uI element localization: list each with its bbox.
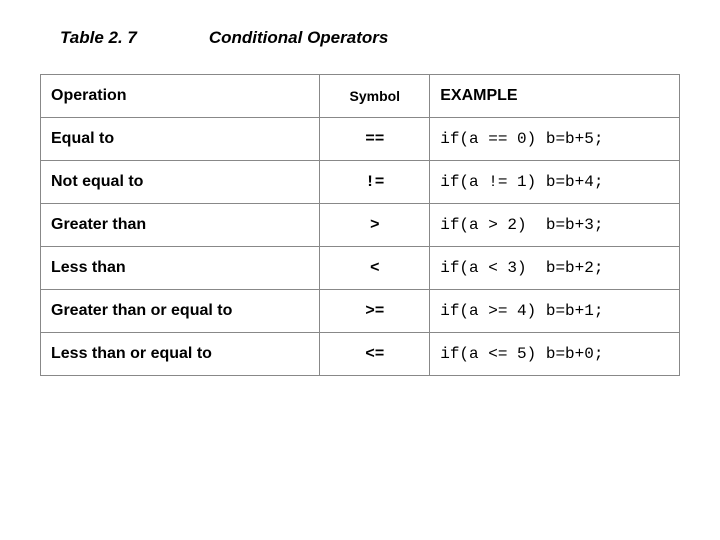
cell-example: if(a != 1) b=b+4; xyxy=(430,161,680,204)
cell-example: if(a <= 5) b=b+0; xyxy=(430,333,680,376)
page: Table 2. 7 Conditional Operators Operati… xyxy=(0,0,720,376)
table-caption: Conditional Operators xyxy=(209,28,388,48)
header-symbol: Symbol xyxy=(320,75,430,118)
cell-symbol: <= xyxy=(320,333,430,376)
cell-operation: Greater than or equal to xyxy=(41,290,320,333)
cell-symbol: < xyxy=(320,247,430,290)
table-header-row: Operation Symbol EXAMPLE xyxy=(41,75,680,118)
table-row: Less than or equal to <= if(a <= 5) b=b+… xyxy=(41,333,680,376)
cell-operation: Not equal to xyxy=(41,161,320,204)
header-example: EXAMPLE xyxy=(430,75,680,118)
cell-operation: Less than or equal to xyxy=(41,333,320,376)
cell-operation: Equal to xyxy=(41,118,320,161)
table-row: Not equal to != if(a != 1) b=b+4; xyxy=(41,161,680,204)
table-row: Equal to == if(a == 0) b=b+5; xyxy=(41,118,680,161)
cell-symbol: != xyxy=(320,161,430,204)
table-row: Less than < if(a < 3) b=b+2; xyxy=(41,247,680,290)
cell-symbol: >= xyxy=(320,290,430,333)
cell-symbol: == xyxy=(320,118,430,161)
table-title: Table 2. 7 Conditional Operators xyxy=(60,28,680,48)
cell-example: if(a == 0) b=b+5; xyxy=(430,118,680,161)
cell-operation: Less than xyxy=(41,247,320,290)
header-operation: Operation xyxy=(41,75,320,118)
table-row: Greater than > if(a > 2) b=b+3; xyxy=(41,204,680,247)
cell-symbol: > xyxy=(320,204,430,247)
operators-table: Operation Symbol EXAMPLE Equal to == if(… xyxy=(40,74,680,376)
cell-example: if(a >= 4) b=b+1; xyxy=(430,290,680,333)
cell-example: if(a > 2) b=b+3; xyxy=(430,204,680,247)
cell-operation: Greater than xyxy=(41,204,320,247)
cell-example: if(a < 3) b=b+2; xyxy=(430,247,680,290)
table-row: Greater than or equal to >= if(a >= 4) b… xyxy=(41,290,680,333)
table-number: Table 2. 7 xyxy=(60,28,137,48)
